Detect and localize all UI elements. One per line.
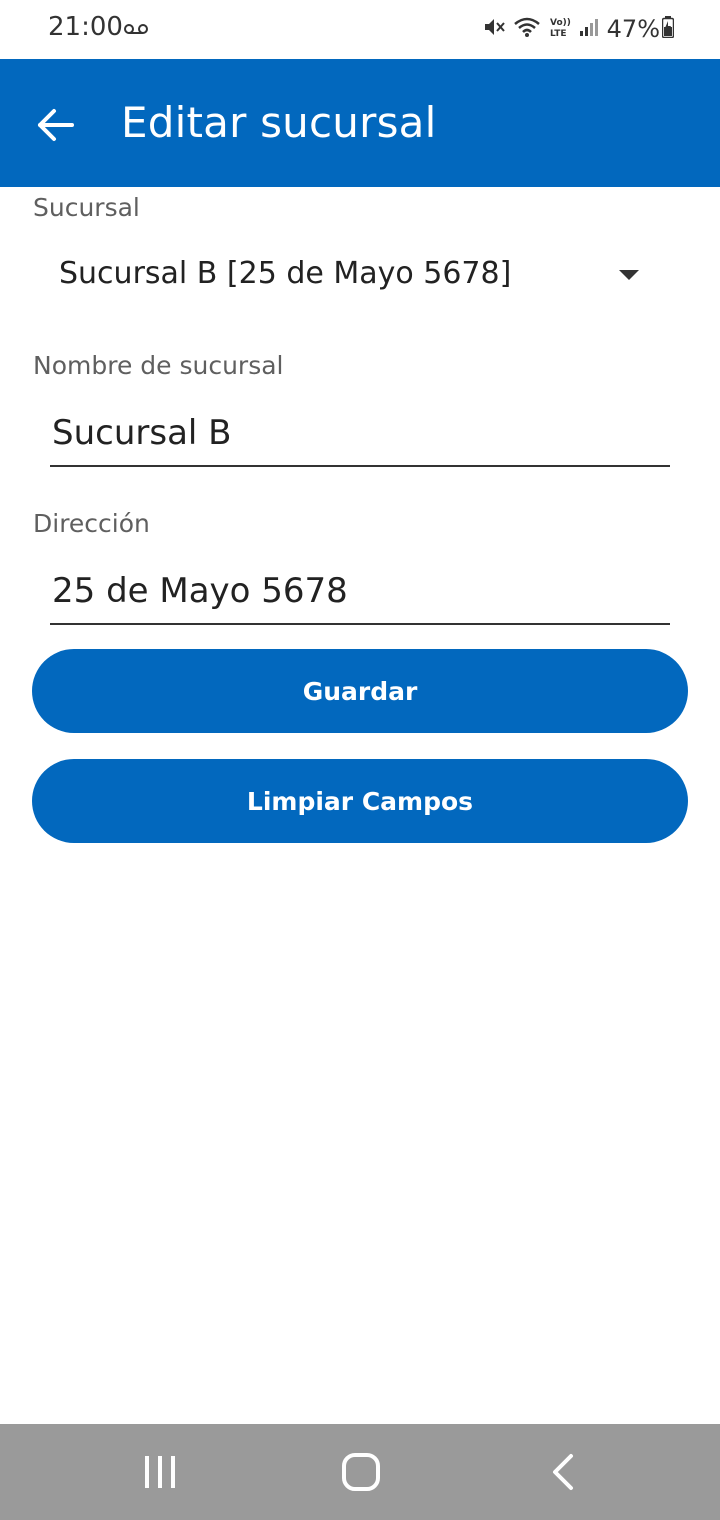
recent-apps-icon bbox=[136, 1456, 184, 1500]
address-label: Dirección bbox=[33, 509, 150, 538]
back-button[interactable] bbox=[30, 99, 82, 151]
svg-text:LTE: LTE bbox=[550, 29, 567, 39]
wifi-icon bbox=[513, 16, 541, 43]
page-title: Editar sucursal bbox=[121, 98, 437, 147]
home-button[interactable] bbox=[337, 1448, 385, 1496]
branch-selected-value: Sucursal B [25 de Mayo 5678] bbox=[59, 256, 512, 291]
back-nav-icon bbox=[540, 1454, 588, 1500]
screen: 21:00 Vo)) LTE 47% Editar sucursal Sucur… bbox=[0, 0, 720, 1520]
address-input[interactable] bbox=[50, 559, 670, 625]
branch-name-label: Nombre de sucursal bbox=[33, 351, 284, 380]
dropdown-arrow-icon bbox=[619, 270, 639, 280]
navigation-bar bbox=[0, 1424, 720, 1520]
branch-dropdown[interactable]: Sucursal B [25 de Mayo 5678] bbox=[33, 240, 673, 314]
status-bar: 21:00 Vo)) LTE 47% bbox=[0, 0, 720, 59]
back-nav-button[interactable] bbox=[540, 1448, 588, 1496]
svg-text:Vo)): Vo)) bbox=[550, 18, 571, 28]
app-bar: Editar sucursal bbox=[0, 59, 720, 187]
battery-icon bbox=[661, 15, 675, 43]
status-icons: Vo)) LTE 47% bbox=[475, 14, 675, 44]
volte-icon: Vo)) LTE bbox=[549, 15, 571, 44]
signal-icon bbox=[579, 17, 599, 42]
status-time: 21:00 bbox=[48, 12, 123, 42]
save-button[interactable]: Guardar bbox=[32, 649, 688, 733]
branch-label: Sucursal bbox=[33, 193, 140, 222]
branch-name-input[interactable] bbox=[50, 401, 670, 467]
battery-percentage: 47% bbox=[606, 15, 660, 43]
arrow-left-icon bbox=[30, 109, 82, 155]
clear-fields-button[interactable]: Limpiar Campos bbox=[32, 759, 688, 843]
mute-icon bbox=[483, 16, 505, 43]
home-icon bbox=[337, 1453, 385, 1500]
recent-apps-button[interactable] bbox=[136, 1448, 184, 1496]
voicemail-icon bbox=[124, 22, 148, 40]
